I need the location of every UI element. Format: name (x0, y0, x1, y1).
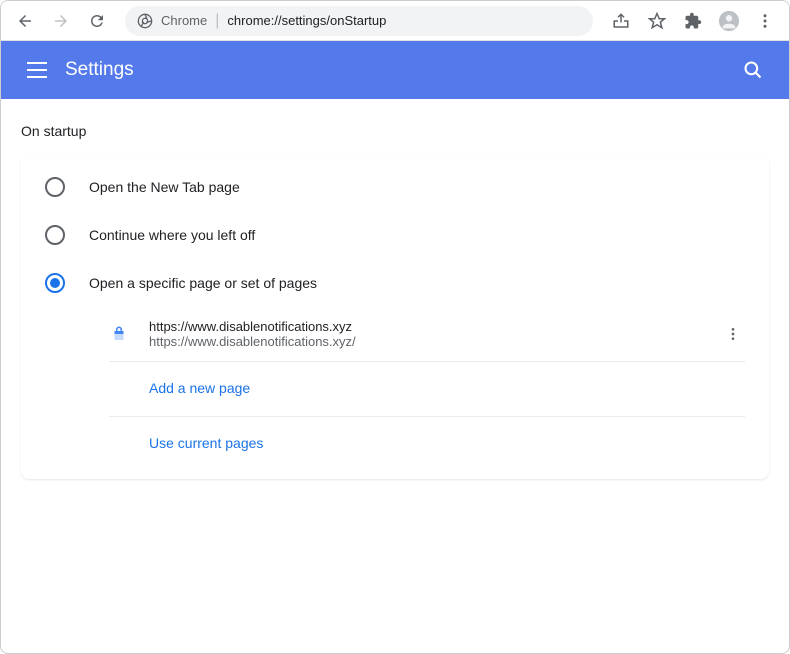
use-current-row[interactable]: Use current pages (21, 417, 769, 471)
radio-icon (45, 225, 65, 245)
search-settings-icon[interactable] (733, 50, 773, 90)
settings-header: Settings (1, 41, 789, 99)
settings-content: On startup Open the New Tab page Continu… (1, 99, 789, 613)
radio-icon (45, 177, 65, 197)
share-icon[interactable] (605, 5, 637, 37)
radio-label: Open a specific page or set of pages (89, 275, 317, 291)
chrome-menu-icon[interactable] (749, 5, 781, 37)
tab-settings[interactable]: Settings (9, 0, 249, 1)
radio-new-tab[interactable]: Open the New Tab page (21, 163, 769, 211)
extensions-icon[interactable] (677, 5, 709, 37)
hamburger-menu-icon[interactable] (17, 50, 57, 90)
startup-card: Open the New Tab page Continue where you… (21, 155, 769, 479)
settings-page-title: Settings (65, 59, 733, 81)
page-menu-icon[interactable] (721, 322, 745, 346)
page-title-text: https://www.disablenotifications.xyz (149, 319, 721, 334)
radio-continue[interactable]: Continue where you left off (21, 211, 769, 259)
startup-page-entry: https://www.disablenotifications.xyz htt… (21, 307, 769, 361)
address-bar[interactable]: Chrome | chrome://settings/onStartup (125, 6, 593, 36)
url-scheme-label: Chrome (161, 13, 207, 28)
radio-specific-pages[interactable]: Open a specific page or set of pages (21, 259, 769, 307)
reload-button[interactable] (81, 5, 113, 37)
tab-strip: Settings (1, 0, 789, 1)
add-page-link[interactable]: Add a new page (149, 380, 250, 396)
section-heading: On startup (21, 123, 769, 139)
add-page-row[interactable]: Add a new page (21, 362, 769, 416)
forward-button[interactable] (45, 5, 77, 37)
profile-avatar-icon[interactable] (713, 5, 745, 37)
back-button[interactable] (9, 5, 41, 37)
site-favicon-icon (109, 324, 129, 344)
page-url-text: https://www.disablenotifications.xyz/ (149, 334, 721, 349)
radio-selected-icon (45, 273, 65, 293)
bookmark-star-icon[interactable] (641, 5, 673, 37)
chrome-icon (137, 13, 153, 29)
radio-label: Open the New Tab page (89, 179, 240, 195)
use-current-link[interactable]: Use current pages (149, 435, 263, 451)
browser-toolbar: Chrome | chrome://settings/onStartup (1, 1, 789, 41)
url-text: chrome://settings/onStartup (227, 13, 386, 28)
radio-label: Continue where you left off (89, 227, 255, 243)
